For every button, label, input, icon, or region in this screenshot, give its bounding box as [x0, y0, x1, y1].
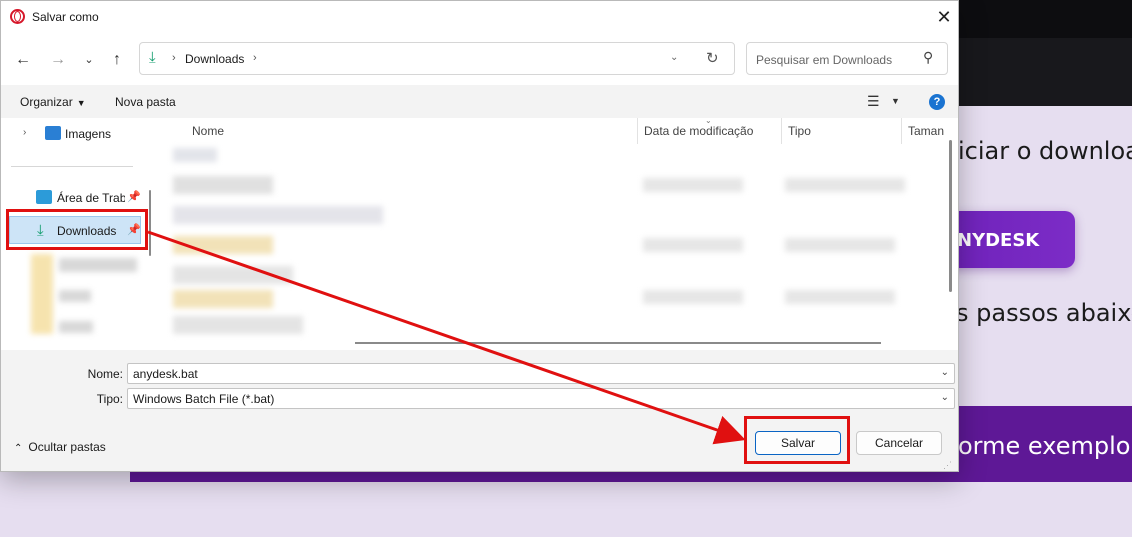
search-input[interactable]: Pesquisar em Downloads ⚲ [746, 42, 948, 75]
pin-icon[interactable]: 📌 [127, 190, 141, 203]
column-header-type[interactable]: Tipo [788, 124, 811, 138]
nav-scrollbar[interactable] [149, 190, 151, 256]
blurred-folder-label [59, 290, 91, 302]
dialog-title: Salvar como [32, 10, 99, 24]
refresh-icon[interactable]: ↻ [706, 49, 719, 67]
blurred-folder-icons [31, 254, 53, 334]
navigation-row: ← → ⌄ ↑ ⤓ › Downloads › ⌄ ↻ Pesquisar em… [1, 33, 958, 85]
address-dropdown-chevron-icon[interactable]: ⌄ [670, 52, 678, 63]
table-row[interactable] [173, 290, 273, 308]
pictures-folder-icon [45, 126, 61, 140]
sidebar-item-label: Imagens [65, 127, 112, 141]
filename-field[interactable]: anydesk.bat ⌄ [127, 363, 955, 384]
view-options-icon[interactable]: ☰ [867, 93, 880, 110]
page-steps-fragment: s passos abaixo [956, 299, 1132, 327]
annotation-highlight-save [744, 416, 850, 464]
column-separator[interactable] [637, 118, 638, 144]
horizontal-scrollbar[interactable] [355, 342, 881, 344]
sidebar-item-desktop[interactable]: Área de Trabalho 📌 [1, 185, 151, 211]
column-header-size[interactable]: Taman [908, 124, 948, 138]
table-row[interactable] [173, 236, 273, 254]
sidebar-item-imagens[interactable]: › Imagens [1, 121, 151, 147]
blurred-folder-label [59, 258, 137, 272]
new-folder-button[interactable]: Nova pasta [115, 95, 176, 109]
table-row-date [643, 290, 743, 304]
help-icon[interactable]: ? [929, 94, 945, 110]
recent-locations-chevron-icon[interactable]: ⌄ [78, 49, 100, 71]
save-form: Nome: anydesk.bat ⌄ Tipo: Windows Batch … [1, 350, 958, 416]
column-header-name[interactable]: Nome [192, 124, 224, 138]
hide-folders-label: Ocultar pastas [28, 440, 106, 454]
table-row-type [785, 178, 905, 192]
table-row[interactable] [173, 176, 273, 194]
filetype-select[interactable]: Windows Batch File (*.bat) ⌄ [127, 388, 955, 409]
cancel-button[interactable]: Cancelar [856, 431, 942, 455]
hide-folders-toggle[interactable]: ⌃ Ocultar pastas [14, 440, 106, 454]
organize-menu-button[interactable]: Organizar ▼ [20, 95, 86, 109]
page-banner-text: orme exemplo a [958, 432, 1132, 460]
expand-chevron-icon[interactable]: › [23, 127, 26, 138]
filetype-value: Windows Batch File (*.bat) [133, 392, 275, 406]
chevron-down-icon[interactable]: ⌄ [941, 367, 949, 378]
desktop-folder-icon [36, 190, 52, 204]
resize-grip-icon[interactable]: ⋰ [943, 460, 952, 471]
column-separator[interactable] [901, 118, 902, 144]
search-placeholder: Pesquisar em Downloads [756, 53, 893, 67]
opera-logo-icon [10, 9, 25, 24]
file-list: ⌄ Nome Data de modificação Tipo Taman [159, 116, 956, 350]
forward-arrow-icon[interactable]: → [47, 49, 69, 71]
caret-down-icon: ▼ [76, 98, 86, 108]
table-row[interactable] [173, 148, 217, 162]
back-arrow-icon[interactable]: ← [12, 49, 34, 71]
sidebar-item-label: Área de Trabalho [57, 191, 125, 205]
dialog-titlebar: Salvar como ✕ [1, 1, 958, 33]
organize-label: Organizar [20, 95, 73, 109]
table-row-type [785, 290, 895, 304]
command-bar: Organizar ▼ Nova pasta ☰ ▼ ? [1, 85, 958, 118]
view-caret-down-icon[interactable]: ▼ [891, 96, 900, 106]
nav-divider [11, 166, 133, 167]
close-icon[interactable]: ✕ [931, 4, 957, 30]
table-row-date [643, 238, 743, 252]
column-header-modified[interactable]: Data de modificação [644, 124, 753, 138]
breadcrumb-chevron-icon[interactable]: › [172, 52, 176, 64]
filetype-label: Tipo: [96, 392, 123, 406]
filename-label: Nome: [87, 367, 123, 381]
up-arrow-icon[interactable]: ↑ [106, 49, 128, 71]
address-bar[interactable]: ⤓ › Downloads › ⌄ ↻ [139, 42, 735, 75]
vertical-scrollbar[interactable] [949, 140, 952, 292]
page-heading-fragment: iciar o downloa [958, 137, 1132, 165]
page-header-band [956, 38, 1132, 106]
search-icon[interactable]: ⚲ [923, 49, 933, 66]
breadcrumb-chevron-icon[interactable]: › [253, 52, 257, 64]
breadcrumb-downloads[interactable]: Downloads [185, 52, 244, 66]
download-folder-icon: ⤓ [149, 49, 156, 66]
table-row[interactable] [173, 316, 303, 334]
chevron-up-icon: ⌃ [14, 443, 23, 454]
annotation-highlight-downloads [6, 209, 148, 250]
table-row-type [785, 238, 895, 252]
chevron-down-icon[interactable]: ⌄ [941, 392, 949, 403]
table-row[interactable] [173, 206, 383, 224]
table-row-date [643, 178, 743, 192]
filename-value: anydesk.bat [133, 367, 198, 381]
blurred-folder-label [59, 321, 93, 333]
anydesk-button-label: NYDESK [957, 230, 1040, 251]
table-row[interactable] [173, 266, 293, 284]
column-separator[interactable] [781, 118, 782, 144]
